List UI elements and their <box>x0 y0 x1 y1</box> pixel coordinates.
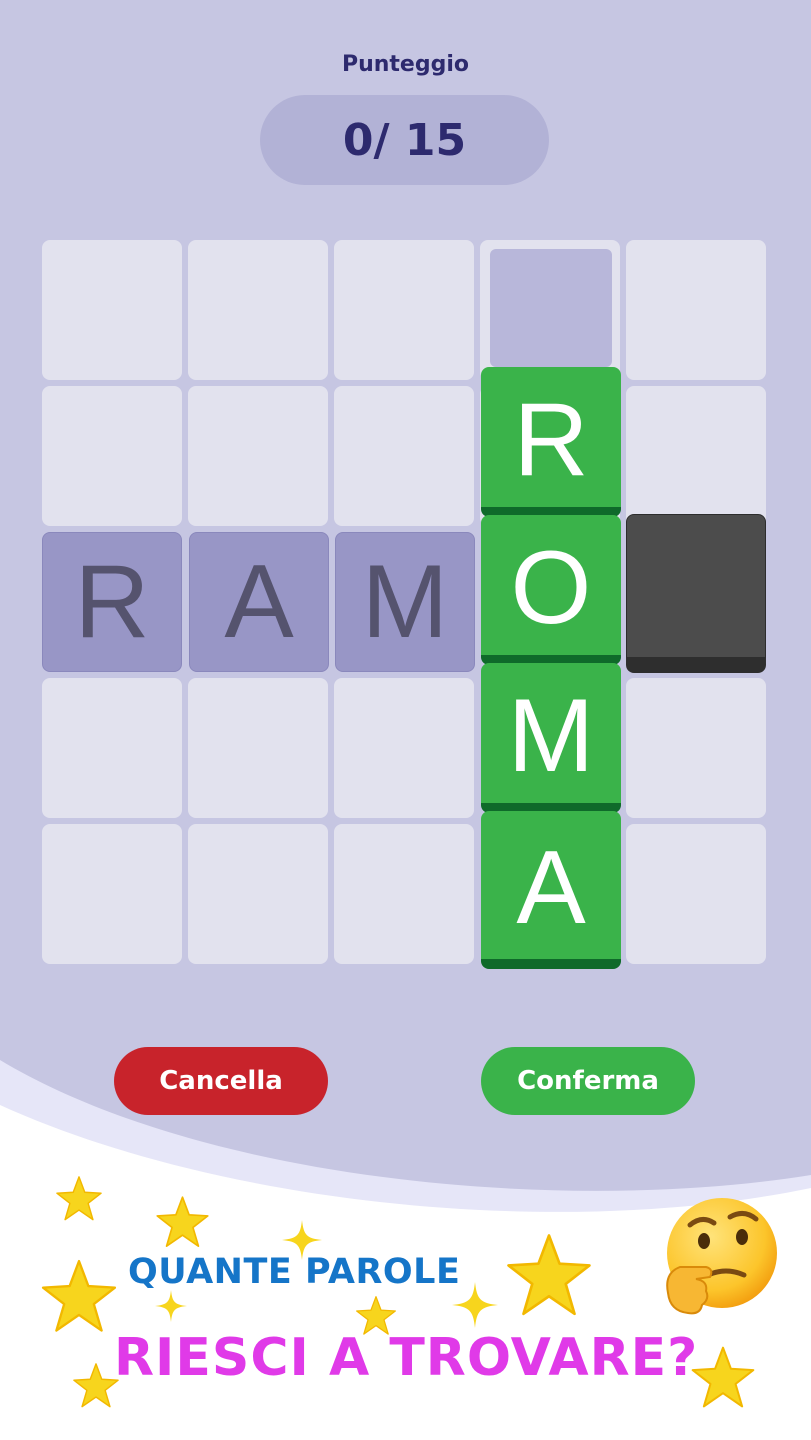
grid-cell[interactable] <box>626 240 766 380</box>
score-value: 0/ 15 <box>342 114 467 166</box>
grid-cell[interactable] <box>42 240 182 380</box>
grid-cell[interactable] <box>188 386 328 526</box>
thinking-face-icon <box>666 1198 777 1315</box>
sparkle-icon <box>155 1290 187 1322</box>
star-icon <box>507 1234 591 1316</box>
letter-tile-word[interactable]: R <box>481 367 621 517</box>
tile-letter: R <box>74 543 150 660</box>
tile-letter: R <box>513 381 589 498</box>
letter-tile-selected[interactable]: A <box>189 532 329 672</box>
grid-cell[interactable] <box>626 678 766 818</box>
blocked-tile <box>626 514 766 673</box>
star-icon <box>56 1176 102 1221</box>
grid-cell[interactable] <box>188 824 328 964</box>
grid-cell[interactable] <box>334 386 474 526</box>
letter-tile-selected[interactable]: R <box>42 532 182 672</box>
grid-cell[interactable] <box>188 240 328 380</box>
score-label: Punteggio <box>341 52 470 77</box>
grid-cell[interactable] <box>334 240 474 380</box>
promo-line-2: RIESCI A TROVARE? <box>114 1328 699 1388</box>
grid-cell[interactable] <box>626 386 766 526</box>
star-icon <box>41 1259 117 1332</box>
drop-target-highlight <box>490 249 612 367</box>
star-icon <box>156 1196 209 1247</box>
tile-letter: M <box>361 543 449 660</box>
grid-cell[interactable] <box>42 386 182 526</box>
tile-letter: A <box>224 543 294 660</box>
tile-letter: A <box>516 829 586 946</box>
letter-tile-selected[interactable]: M <box>335 532 475 672</box>
tile-letter: M <box>507 677 595 794</box>
promo-line-1: QUANTE PAROLE <box>128 1252 461 1292</box>
grid-cell[interactable] <box>42 678 182 818</box>
grid-cell[interactable] <box>42 824 182 964</box>
score-display: 0/ 15 <box>260 95 549 185</box>
letter-tile-word[interactable]: M <box>481 663 621 813</box>
grid-cell[interactable] <box>626 824 766 964</box>
letter-tile-word[interactable]: O <box>481 515 621 665</box>
grid-cell[interactable] <box>188 678 328 818</box>
star-icon <box>691 1346 755 1408</box>
star-icon <box>73 1363 119 1408</box>
letter-tile-word[interactable]: A <box>481 811 621 969</box>
tile-letter: O <box>510 529 592 646</box>
grid-cell[interactable] <box>334 824 474 964</box>
grid-cell[interactable] <box>334 678 474 818</box>
